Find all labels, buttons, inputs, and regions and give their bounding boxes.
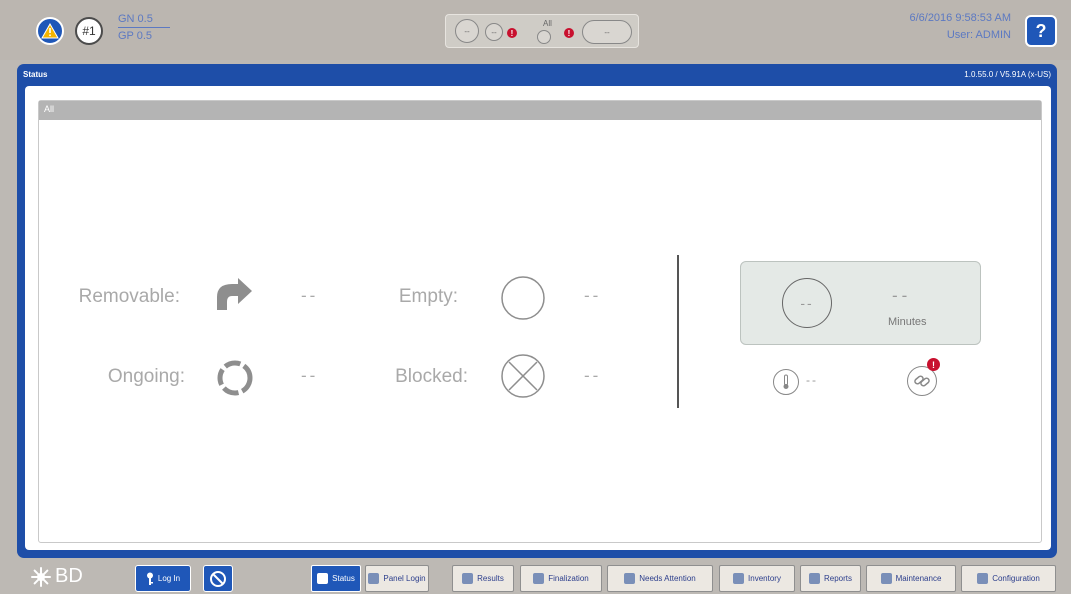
tab-label: Finalization [548, 574, 589, 583]
alert-glyph: ! [567, 28, 571, 38]
mute-button[interactable] [203, 565, 233, 592]
gear-icon [977, 573, 989, 584]
tab-label: Reports [823, 574, 852, 583]
panel-title: Status [23, 70, 48, 79]
no-sign-icon [210, 570, 226, 587]
blocked-x-icon [501, 354, 545, 398]
date-time: 6/6/2016 9:58:53 AM [909, 12, 1011, 24]
maintenance-icon [880, 573, 892, 584]
tab-finalization[interactable]: Finalization [520, 565, 602, 592]
blocked-label: Blocked: [395, 366, 468, 387]
timer-circle-icon: -- [782, 278, 832, 328]
tab-panel-login[interactable]: Panel Login [365, 565, 429, 592]
tab-label: Needs Attention [639, 574, 696, 583]
help-button[interactable]: ? [1025, 15, 1057, 47]
empty-label: Empty: [398, 286, 458, 307]
temperature-value: -- [806, 373, 818, 387]
current-user: User: ADMIN [946, 29, 1011, 41]
tab-needs-attention[interactable]: Needs Attention [607, 565, 713, 592]
ongoing-cycle-icon [217, 360, 253, 396]
tab-label: Inventory [748, 574, 781, 583]
instrument-status-group[interactable]: -- -- ! All ! -- [445, 14, 639, 48]
thermometer-glyph [783, 374, 789, 389]
all-status-icon [537, 30, 551, 44]
status-dash: -- [464, 26, 470, 36]
thermometer-icon [773, 369, 799, 395]
status-dash: -- [604, 27, 610, 37]
all-label: All [543, 19, 552, 28]
panel-login-icon [368, 573, 380, 584]
status-dash: -- [491, 27, 497, 37]
timer-value: -- [892, 286, 912, 305]
bd-sunburst-icon [31, 566, 51, 587]
gn-label: GN 0.5 [118, 13, 153, 25]
tab-label: Results [477, 574, 504, 583]
removable-value: -- [301, 286, 319, 305]
empty-value: -- [584, 286, 602, 305]
unit-label: #1 [82, 24, 96, 38]
gn-gp-divider [118, 27, 170, 28]
tab-maintenance[interactable]: Maintenance [866, 565, 956, 592]
chain-glyph [914, 375, 930, 387]
tab-label: Maintenance [895, 574, 942, 583]
alert-glyph: ! [932, 359, 935, 370]
key-icon [146, 572, 153, 585]
tab-configuration[interactable]: Configuration [961, 565, 1056, 592]
results-icon [462, 573, 474, 584]
tab-results[interactable]: Results [452, 565, 514, 592]
alert-glyph: ! [510, 28, 514, 38]
tab-label: Panel Login [383, 574, 426, 583]
connection-alert-badge: ! [927, 358, 940, 371]
tab-label: Configuration [992, 574, 1040, 583]
finalization-icon [533, 573, 545, 584]
removable-label: Removable: [78, 286, 180, 307]
ongoing-value: -- [301, 366, 319, 385]
alert-button[interactable] [36, 17, 64, 45]
bd-logo: BD [30, 565, 83, 588]
empty-circle-icon [501, 276, 545, 320]
version-label: 1.0.55.0 / V5.91A (x-US) [964, 70, 1051, 79]
instrument-status-icon: -- [455, 19, 479, 43]
login-button[interactable]: Log In [135, 565, 191, 592]
login-label: Log In [157, 574, 181, 583]
help-icon: ? [1035, 20, 1047, 41]
gp-label: GP 0.5 [118, 30, 153, 42]
timer-circle-value: -- [800, 295, 814, 311]
warning-icon [41, 23, 59, 39]
tab-status[interactable]: Status [311, 565, 361, 592]
reports-icon [808, 573, 820, 584]
status-icon [317, 573, 329, 584]
card-header [39, 101, 1041, 120]
section-divider [677, 255, 679, 408]
carousel-status-icon: -- [582, 20, 632, 44]
curved-arrow-icon [217, 278, 252, 310]
alert-dot: ! [507, 28, 517, 38]
tab-inventory[interactable]: Inventory [719, 565, 795, 592]
drawer-status-icon: -- [485, 23, 503, 41]
brand-label: BD [55, 565, 83, 587]
tab-reports[interactable]: Reports [800, 565, 861, 592]
inventory-icon [733, 573, 745, 584]
timer-unit: Minutes [888, 316, 927, 328]
alert-dot: ! [564, 28, 574, 38]
timer-box [740, 261, 981, 345]
card-title: All [44, 104, 55, 114]
ongoing-label: Ongoing: [107, 366, 185, 387]
tab-label: Status [332, 574, 355, 583]
blocked-value: -- [584, 366, 602, 385]
needs-attention-icon [624, 573, 636, 584]
instrument-unit-button[interactable]: #1 [75, 17, 103, 45]
